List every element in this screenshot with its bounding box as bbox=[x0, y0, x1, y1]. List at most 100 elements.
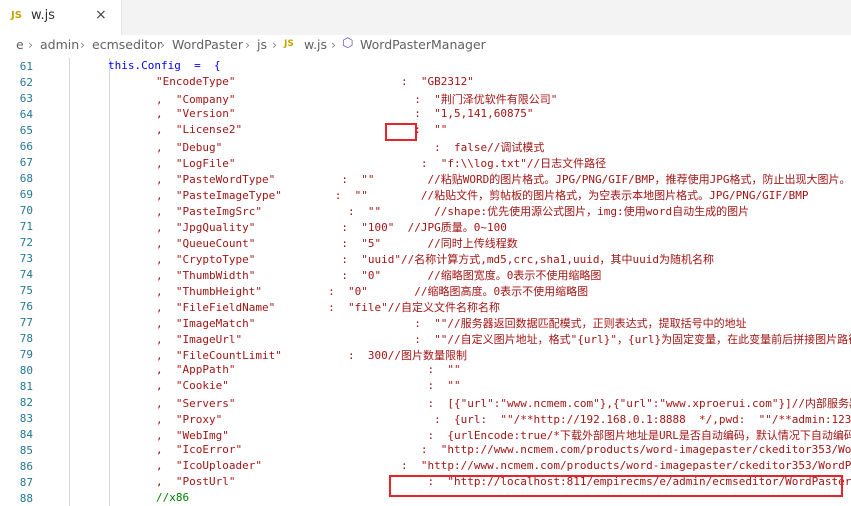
code-line[interactable]: 72 , "QueueCount" : "5" //同时上传线程数 bbox=[0, 234, 851, 250]
code-text: , "ThumbHeight" : "0" //缩略图高度。0表示不使用缩略图 bbox=[156, 285, 589, 298]
chevron-right-icon: › bbox=[245, 37, 250, 52]
code-editor[interactable]: 61 this.Config = { 62 "EncodeType" : "GB231… bbox=[0, 58, 851, 506]
editor-tab-bar: JS w.js × bbox=[0, 0, 851, 35]
code-text: , "IcoError" : "http://www.ncmem.com/pro… bbox=[156, 443, 851, 456]
code-line[interactable]: 78 , "ImageUrl" : ""//自定义图片地址，格式"{url}"，{… bbox=[0, 330, 851, 346]
code-line[interactable]: 66 , "Debug" : false//调试模式 bbox=[0, 138, 851, 154]
tab-w-js[interactable]: JS w.js × bbox=[0, 0, 122, 35]
line-number: 63 bbox=[19, 92, 33, 105]
breadcrumb-item-wordpaster[interactable]: WordPaster bbox=[172, 37, 243, 52]
code-line[interactable]: 74 , "ThumbWidth" : "0" //缩略图宽度。0表示不使用缩略图 bbox=[0, 266, 851, 282]
code-line[interactable]: 68 , "PasteWordType" : "" //粘贴WORD的图片格式。J… bbox=[0, 170, 851, 186]
code-line[interactable]: 70 , "PasteImgSrc" : "" //shape:优先使用源公式图片… bbox=[0, 202, 851, 218]
code-line[interactable]: 85 , "IcoError" : "http://www.ncmem.com/p… bbox=[0, 442, 851, 458]
code-text: , "JpgQuality" : "100" //JPG质量。0~100 bbox=[156, 221, 507, 234]
line-number: 70 bbox=[19, 204, 33, 217]
line-number: 69 bbox=[19, 188, 33, 201]
breadcrumb-item-e[interactable]: e bbox=[16, 37, 24, 52]
close-icon[interactable]: × bbox=[95, 7, 107, 23]
code-text: this.Config = { bbox=[108, 59, 221, 72]
chevron-right-icon: › bbox=[28, 37, 33, 52]
code-text: , "Servers" : [{"url":"www.ncmem.com"},{… bbox=[156, 397, 851, 410]
chevron-right-icon: › bbox=[80, 37, 85, 52]
code-line[interactable]: 73 , "CryptoType" : "uuid"//名称计算方式,md5,cr… bbox=[0, 250, 851, 266]
code-line[interactable]: 77 , "ImageMatch" : ""//服务器返回数据匹配模式，正则表达式… bbox=[0, 314, 851, 330]
line-number: 74 bbox=[19, 268, 33, 281]
class-symbol-icon: ⬡ bbox=[342, 36, 354, 51]
code-text: , "PasteImgSrc" : "" //shape:优先使用源公式图片，i… bbox=[156, 205, 750, 218]
code-line[interactable]: 63 , "Company" : "荆门泽优软件有限公司" bbox=[0, 90, 851, 106]
chevron-right-icon: › bbox=[331, 37, 336, 52]
line-number: 83 bbox=[19, 412, 33, 425]
code-line[interactable]: 79 , "FileCountLimit" : 300//图片数量限制 bbox=[0, 346, 851, 362]
line-number: 76 bbox=[19, 300, 33, 313]
code-text: , "FileCountLimit" : 300//图片数量限制 bbox=[156, 349, 468, 362]
code-text: , "ImageMatch" : ""//服务器返回数据匹配模式，正则表达式，提… bbox=[156, 317, 747, 330]
code-line[interactable]: 64 , "Version" : "1,5,141,60875" bbox=[0, 106, 851, 122]
line-number: 82 bbox=[19, 396, 33, 409]
line-number: 68 bbox=[19, 172, 33, 185]
code-text: , "Debug" : false//调试模式 bbox=[156, 141, 545, 154]
chevron-right-icon: › bbox=[272, 37, 277, 52]
code-line[interactable]: 86 , "IcoUploader" : "http://www.ncmem.co… bbox=[0, 458, 851, 474]
code-text: , "IcoUploader" : "http://www.ncmem.com/… bbox=[156, 459, 851, 472]
line-number: 72 bbox=[19, 236, 33, 249]
highlight-license-box bbox=[385, 123, 417, 141]
code-text: , "QueueCount" : "5" //同时上传线程数 bbox=[156, 237, 518, 250]
code-line[interactable]: 69 , "PasteImageType" : "" //粘贴文件，剪帖板的图片格… bbox=[0, 186, 851, 202]
breadcrumb: e › admin › ecmseditor › WordPaster › js… bbox=[0, 35, 851, 57]
line-number: 77 bbox=[19, 316, 33, 329]
code-text: , "LogFile" : "f:\\log.txt"//日志文件路径 bbox=[156, 157, 607, 170]
line-number: 71 bbox=[19, 220, 33, 233]
code-text: , "CryptoType" : "uuid"//名称计算方式,md5,crc,… bbox=[156, 253, 714, 266]
code-line[interactable]: 84 , "WebImg" : {urlEncode:true/*下载外部图片地址… bbox=[0, 426, 851, 442]
line-number: 73 bbox=[19, 252, 33, 265]
code-text: , "Proxy" : {url: ""/**http://192.168.0.… bbox=[156, 413, 851, 426]
line-number: 78 bbox=[19, 332, 33, 345]
code-line[interactable]: 80 , "AppPath" : "" bbox=[0, 362, 851, 378]
code-line[interactable]: 76 , "FileFieldName" : "file"//自定义文件名称名称 bbox=[0, 298, 851, 314]
code-line[interactable]: 71 , "JpgQuality" : "100" //JPG质量。0~100 bbox=[0, 218, 851, 234]
code-text: , "Version" : "1,5,141,60875" bbox=[156, 107, 534, 120]
line-number: 80 bbox=[19, 364, 33, 377]
code-text: "EncodeType" : "GB2312" bbox=[156, 75, 474, 88]
line-number: 86 bbox=[19, 460, 33, 473]
breadcrumb-item-w-js[interactable]: w.js bbox=[304, 37, 327, 52]
code-text: , "AppPath" : "" bbox=[156, 363, 461, 376]
breadcrumb-item-admin[interactable]: admin bbox=[40, 37, 79, 52]
code-text: , "ThumbWidth" : "0" //缩略图宽度。0表示不使用缩略图 bbox=[156, 269, 602, 282]
highlight-posturl-box bbox=[389, 475, 843, 497]
code-line[interactable]: 75 , "ThumbHeight" : "0" //缩略图高度。0表示不使用缩略… bbox=[0, 282, 851, 298]
chevron-right-icon: › bbox=[160, 37, 165, 52]
js-file-icon: JS bbox=[11, 10, 22, 21]
js-file-icon: JS bbox=[284, 39, 294, 49]
line-number: 65 bbox=[19, 124, 33, 137]
code-line[interactable]: 81 , "Cookie" : "" bbox=[0, 378, 851, 394]
code-text: , "Cookie" : "" bbox=[156, 379, 461, 392]
code-text: //x86 bbox=[156, 491, 190, 504]
line-number: 67 bbox=[19, 156, 33, 169]
code-line[interactable]: 83 , "Proxy" : {url: ""/**http://192.168.… bbox=[0, 410, 851, 426]
code-line[interactable]: 65, "License2" : "" bbox=[0, 122, 851, 138]
code-text: , "WebImg" : {urlEncode:true/*下载外部图片地址是U… bbox=[156, 429, 851, 442]
line-number: 81 bbox=[19, 380, 33, 393]
breadcrumb-item-js[interactable]: js bbox=[257, 37, 267, 52]
breadcrumb-item-ecmseditor[interactable]: ecmseditor bbox=[92, 37, 162, 52]
line-number: 75 bbox=[19, 284, 33, 297]
line-number: 85 bbox=[19, 444, 33, 457]
tab-label: w.js bbox=[31, 8, 55, 23]
line-number: 84 bbox=[19, 428, 33, 441]
code-line[interactable]: 67 , "LogFile" : "f:\\log.txt"//日志文件路径 bbox=[0, 154, 851, 170]
code-line[interactable]: 82 , "Servers" : [{"url":"www.ncmem.com"}… bbox=[0, 394, 851, 410]
code-text: , "Company" : "荆门泽优软件有限公司" bbox=[156, 93, 558, 106]
code-text: , "FileFieldName" : "file"//自定义文件名称名称 bbox=[156, 301, 501, 314]
line-number: 62 bbox=[19, 76, 33, 89]
line-number: 79 bbox=[19, 348, 33, 361]
breadcrumb-item-wordpastermanager[interactable]: WordPasterManager bbox=[360, 37, 486, 52]
code-text: , "PasteWordType" : "" //粘贴WORD的图片格式。JPG… bbox=[156, 173, 851, 186]
code-line[interactable]: 62 "EncodeType" : "GB2312" bbox=[0, 74, 851, 90]
line-number: 61 bbox=[19, 60, 33, 73]
line-number: 88 bbox=[19, 492, 33, 505]
code-line[interactable]: 61 this.Config = { bbox=[0, 58, 851, 74]
code-text: , "ImageUrl" : ""//自定义图片地址，格式"{url}"，{ur… bbox=[156, 333, 851, 346]
